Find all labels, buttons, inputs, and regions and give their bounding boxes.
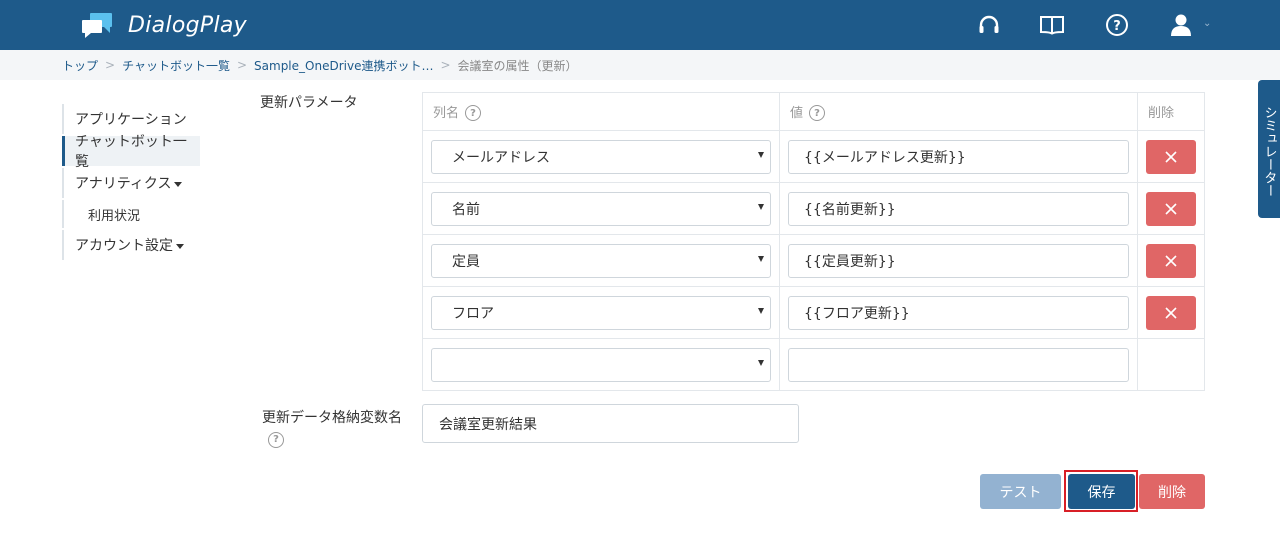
value-input[interactable]	[788, 347, 1129, 382]
sidebar-item-analytics[interactable]: アナリティクス	[62, 168, 222, 198]
sidebar-item-label: チャットボット一覧	[75, 134, 187, 170]
breadcrumb-chatbot-list[interactable]: チャットボット一覧	[122, 57, 230, 74]
sidebar-item-chatbot-list[interactable]: チャットボット一覧	[62, 134, 200, 170]
dropdown-arrow-icon	[758, 203, 764, 210]
caret-down-icon	[174, 181, 183, 187]
dropdown-arrow-icon	[758, 151, 764, 158]
column-value-header: 値?	[779, 92, 1138, 131]
breadcrumb-separator: >	[440, 58, 451, 72]
breadcrumb-bot[interactable]: Sample_OneDrive連携ボット…	[254, 57, 433, 74]
help-icon[interactable]: ?	[465, 105, 482, 122]
simulator-tab[interactable]: シミュレーター	[1258, 80, 1280, 218]
table-row: メールアドレス {{メールアドレス更新}}	[422, 130, 1205, 183]
column-select[interactable]: 名前	[431, 191, 771, 226]
column-name-header-label: 列名	[433, 105, 460, 121]
column-select[interactable]: メールアドレス	[431, 139, 771, 174]
value-input[interactable]: {{フロア更新}}	[788, 295, 1129, 330]
delete-row-button[interactable]	[1146, 191, 1196, 226]
sidebar-item-account-settings[interactable]: アカウント設定	[62, 230, 222, 260]
sidebar-item-label: アナリティクス	[75, 176, 172, 192]
empty-cell	[1137, 338, 1205, 391]
help-icon[interactable]: ?	[809, 105, 826, 122]
table-row-new	[422, 338, 1205, 391]
column-select-value: フロア	[452, 305, 494, 322]
app-name: DialogPlay	[128, 12, 247, 38]
table-row: 名前 {{名前更新}}	[422, 182, 1205, 235]
book-icon[interactable]	[1037, 10, 1067, 40]
svg-text:?: ?	[1113, 19, 1121, 34]
chat-bubbles-icon	[82, 13, 112, 38]
caret-down-icon	[176, 243, 184, 249]
value-input[interactable]: {{定員更新}}	[788, 243, 1129, 278]
column-select-value: メールアドレス	[452, 149, 550, 166]
test-button[interactable]: テスト	[980, 474, 1061, 509]
column-select[interactable]: 定員	[431, 243, 771, 278]
support-headset-icon[interactable]	[974, 10, 1004, 40]
help-icon[interactable]: ?	[268, 432, 284, 448]
close-icon	[1165, 150, 1177, 163]
dropdown-arrow-icon	[758, 255, 764, 262]
sidebar-item-label: アカウント設定	[75, 238, 173, 254]
sidebar-item-label: 利用状況	[88, 208, 141, 224]
user-icon[interactable]	[1166, 10, 1196, 40]
breadcrumb-current: 会議室の属性（更新）	[457, 58, 578, 73]
save-button[interactable]: 保存	[1068, 474, 1135, 509]
table-row: フロア {{フロア更新}}	[422, 286, 1205, 339]
top-header: DialogPlay ? ⌄	[0, 0, 1280, 50]
column-select-value: 定員	[452, 253, 480, 270]
sidebar-item-usage[interactable]: 利用状況	[62, 200, 222, 228]
column-select[interactable]	[431, 347, 771, 382]
breadcrumb-separator: >	[105, 58, 116, 72]
app-logo[interactable]: DialogPlay	[80, 10, 247, 40]
column-value-header-label: 値	[790, 105, 804, 121]
help-icon[interactable]: ?	[1102, 10, 1132, 40]
delete-button[interactable]: 削除	[1139, 474, 1205, 509]
var-label: 更新データ格納変数名 ?	[262, 408, 402, 448]
breadcrumb: トップ > チャットボット一覧 > Sample_OneDrive連携ボット… …	[0, 50, 1280, 80]
close-icon	[1165, 254, 1177, 267]
sidebar-item-applications[interactable]: アプリケーション	[62, 104, 222, 134]
close-icon	[1165, 306, 1177, 319]
delete-row-button[interactable]	[1146, 295, 1196, 330]
user-menu-chevron-down-icon[interactable]: ⌄	[1203, 18, 1211, 29]
var-label-text: 更新データ格納変数名	[262, 410, 402, 426]
dropdown-arrow-icon	[758, 359, 764, 366]
params-table: 列名? 値? 削除 メールアドレス {{メールアドレス更新}} 名前 {{名前更…	[422, 92, 1205, 391]
result-variable-input[interactable]: 会議室更新結果	[422, 404, 799, 443]
table-row: 定員 {{定員更新}}	[422, 234, 1205, 287]
column-select[interactable]: フロア	[431, 295, 771, 330]
value-input[interactable]: {{名前更新}}	[788, 191, 1129, 226]
close-icon	[1165, 202, 1177, 215]
sidebar: アプリケーション チャットボット一覧 アナリティクス 利用状況 アカウント設定	[62, 104, 222, 262]
breadcrumb-separator: >	[236, 58, 248, 72]
column-delete-header: 削除	[1137, 92, 1205, 131]
value-input[interactable]: {{メールアドレス更新}}	[788, 139, 1129, 174]
column-select-value: 名前	[452, 201, 480, 218]
params-label: 更新パラメータ	[260, 95, 358, 111]
breadcrumb-top[interactable]: トップ	[62, 57, 98, 74]
column-name-header: 列名?	[422, 92, 780, 131]
sidebar-item-label: アプリケーション	[75, 112, 187, 128]
dropdown-arrow-icon	[758, 307, 764, 314]
delete-row-button[interactable]	[1146, 243, 1196, 278]
delete-row-button[interactable]	[1146, 139, 1196, 174]
